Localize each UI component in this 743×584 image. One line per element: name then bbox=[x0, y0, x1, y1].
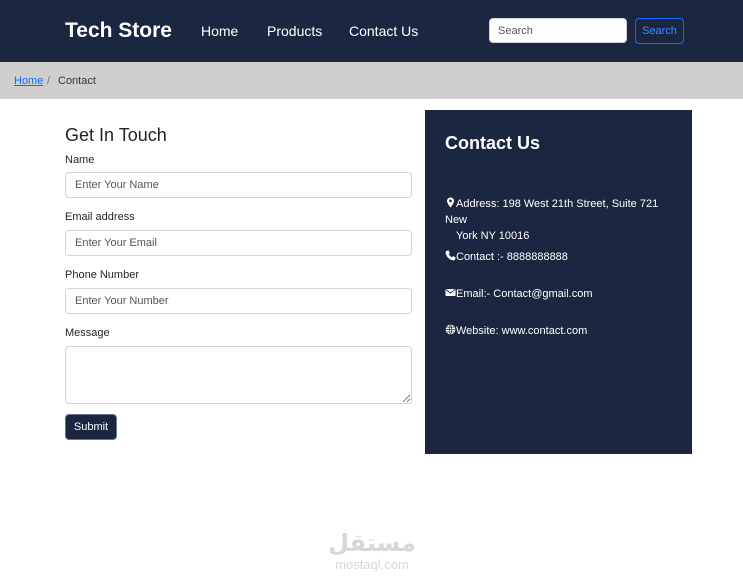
watermark-latin: mostaql.com bbox=[335, 557, 409, 572]
breadcrumb-home-link[interactable]: Home bbox=[14, 74, 43, 88]
search-button[interactable]: Search bbox=[635, 18, 684, 44]
envelope-icon bbox=[445, 289, 456, 296]
top-navbar: Tech Store Home Products Contact Us Sear… bbox=[0, 0, 743, 62]
submit-button[interactable]: Submit bbox=[65, 414, 117, 440]
phone-text: Contact :- 8888888888 bbox=[456, 251, 568, 263]
website-row: Website: www.contact.com bbox=[445, 323, 680, 339]
phone-label: Phone Number bbox=[65, 269, 139, 281]
phone-icon bbox=[445, 250, 456, 261]
email-text: Email:- Contact@gmail.com bbox=[456, 288, 593, 300]
nav-link-products[interactable]: Products bbox=[267, 22, 322, 40]
name-label: Name bbox=[65, 154, 95, 166]
nav-link-home[interactable]: Home bbox=[201, 22, 238, 40]
search-input[interactable] bbox=[489, 18, 627, 43]
message-label: Message bbox=[65, 327, 110, 339]
email-field[interactable] bbox=[65, 230, 412, 256]
watermark: مستقل mostaql.com bbox=[326, 528, 418, 571]
form-title: Get In Touch bbox=[65, 125, 167, 145]
email-row: Email:- Contact@gmail.com bbox=[445, 286, 680, 302]
contact-panel-title: Contact Us bbox=[445, 133, 541, 153]
contact-info-panel: Contact Us Address: 198 West 21th Street… bbox=[425, 110, 692, 454]
address-text: Address: 198 West 21th Street, Suite 721… bbox=[445, 198, 659, 226]
breadcrumb: Home / Contact bbox=[0, 62, 743, 99]
map-pin-icon bbox=[447, 197, 454, 208]
website-text: Website: www.contact.com bbox=[456, 325, 588, 337]
address-text-line2: York NY 10016 bbox=[456, 230, 530, 242]
nav-link-contact-us[interactable]: Contact Us bbox=[349, 22, 418, 40]
breadcrumb-current: Contact bbox=[58, 75, 96, 87]
name-field[interactable] bbox=[65, 172, 412, 198]
phone-field[interactable] bbox=[65, 288, 412, 314]
email-label: Email address bbox=[65, 211, 135, 223]
brand-logo[interactable]: Tech Store bbox=[65, 17, 172, 45]
breadcrumb-separator: / bbox=[47, 75, 51, 87]
watermark-arabic: مستقل bbox=[328, 529, 416, 557]
globe-icon bbox=[445, 324, 456, 335]
address-row: Address: 198 West 21th Street, Suite 721… bbox=[445, 196, 680, 244]
message-textarea[interactable] bbox=[65, 346, 412, 404]
phone-row: Contact :- 8888888888 bbox=[445, 249, 680, 265]
